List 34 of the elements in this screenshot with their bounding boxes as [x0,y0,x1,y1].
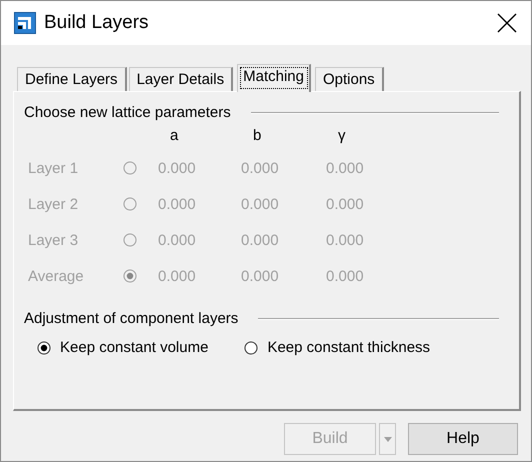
column-header: b [253,127,262,144]
column-header: a [170,127,178,144]
value-text: 0.000 [241,268,279,284]
tab[interactable]: Matching [237,64,311,92]
close-icon[interactable] [496,12,518,34]
value-text: 0.000 [326,160,364,176]
value-text: 0.000 [158,196,196,212]
value-text: 0.000 [326,268,364,284]
row-label: Layer 3 [28,232,78,248]
value-text: 0.000 [326,232,364,248]
radio-button[interactable] [244,340,258,354]
dialog-button[interactable]: Help [408,423,518,455]
radio-button[interactable] [37,340,51,354]
option-label: Keep constant thickness [267,339,430,356]
value-text: 0.000 [241,160,279,176]
section-title: Choose new lattice parameters [24,104,231,121]
tab[interactable]: Options [314,67,384,92]
value-text: 0.000 [158,268,196,284]
tab[interactable]: Define Layers [17,67,127,92]
value-text: 0.000 [241,232,279,248]
option-label: Keep constant volume [60,339,208,356]
app-icon [14,12,36,34]
value-text: 0.000 [326,196,364,212]
row-label: Layer 1 [28,160,78,176]
tab[interactable]: Layer Details [128,67,234,92]
value-text: 0.000 [158,232,196,248]
value-text: 0.000 [241,196,279,212]
row-label: Layer 2 [28,196,78,212]
row-label: Average [28,268,84,284]
section-title: Adjustment of component layers [24,310,238,327]
column-header: γ [338,127,346,144]
value-text: 0.000 [158,160,196,176]
window-title: Build Layers [44,12,150,34]
caret-icon [384,436,392,442]
